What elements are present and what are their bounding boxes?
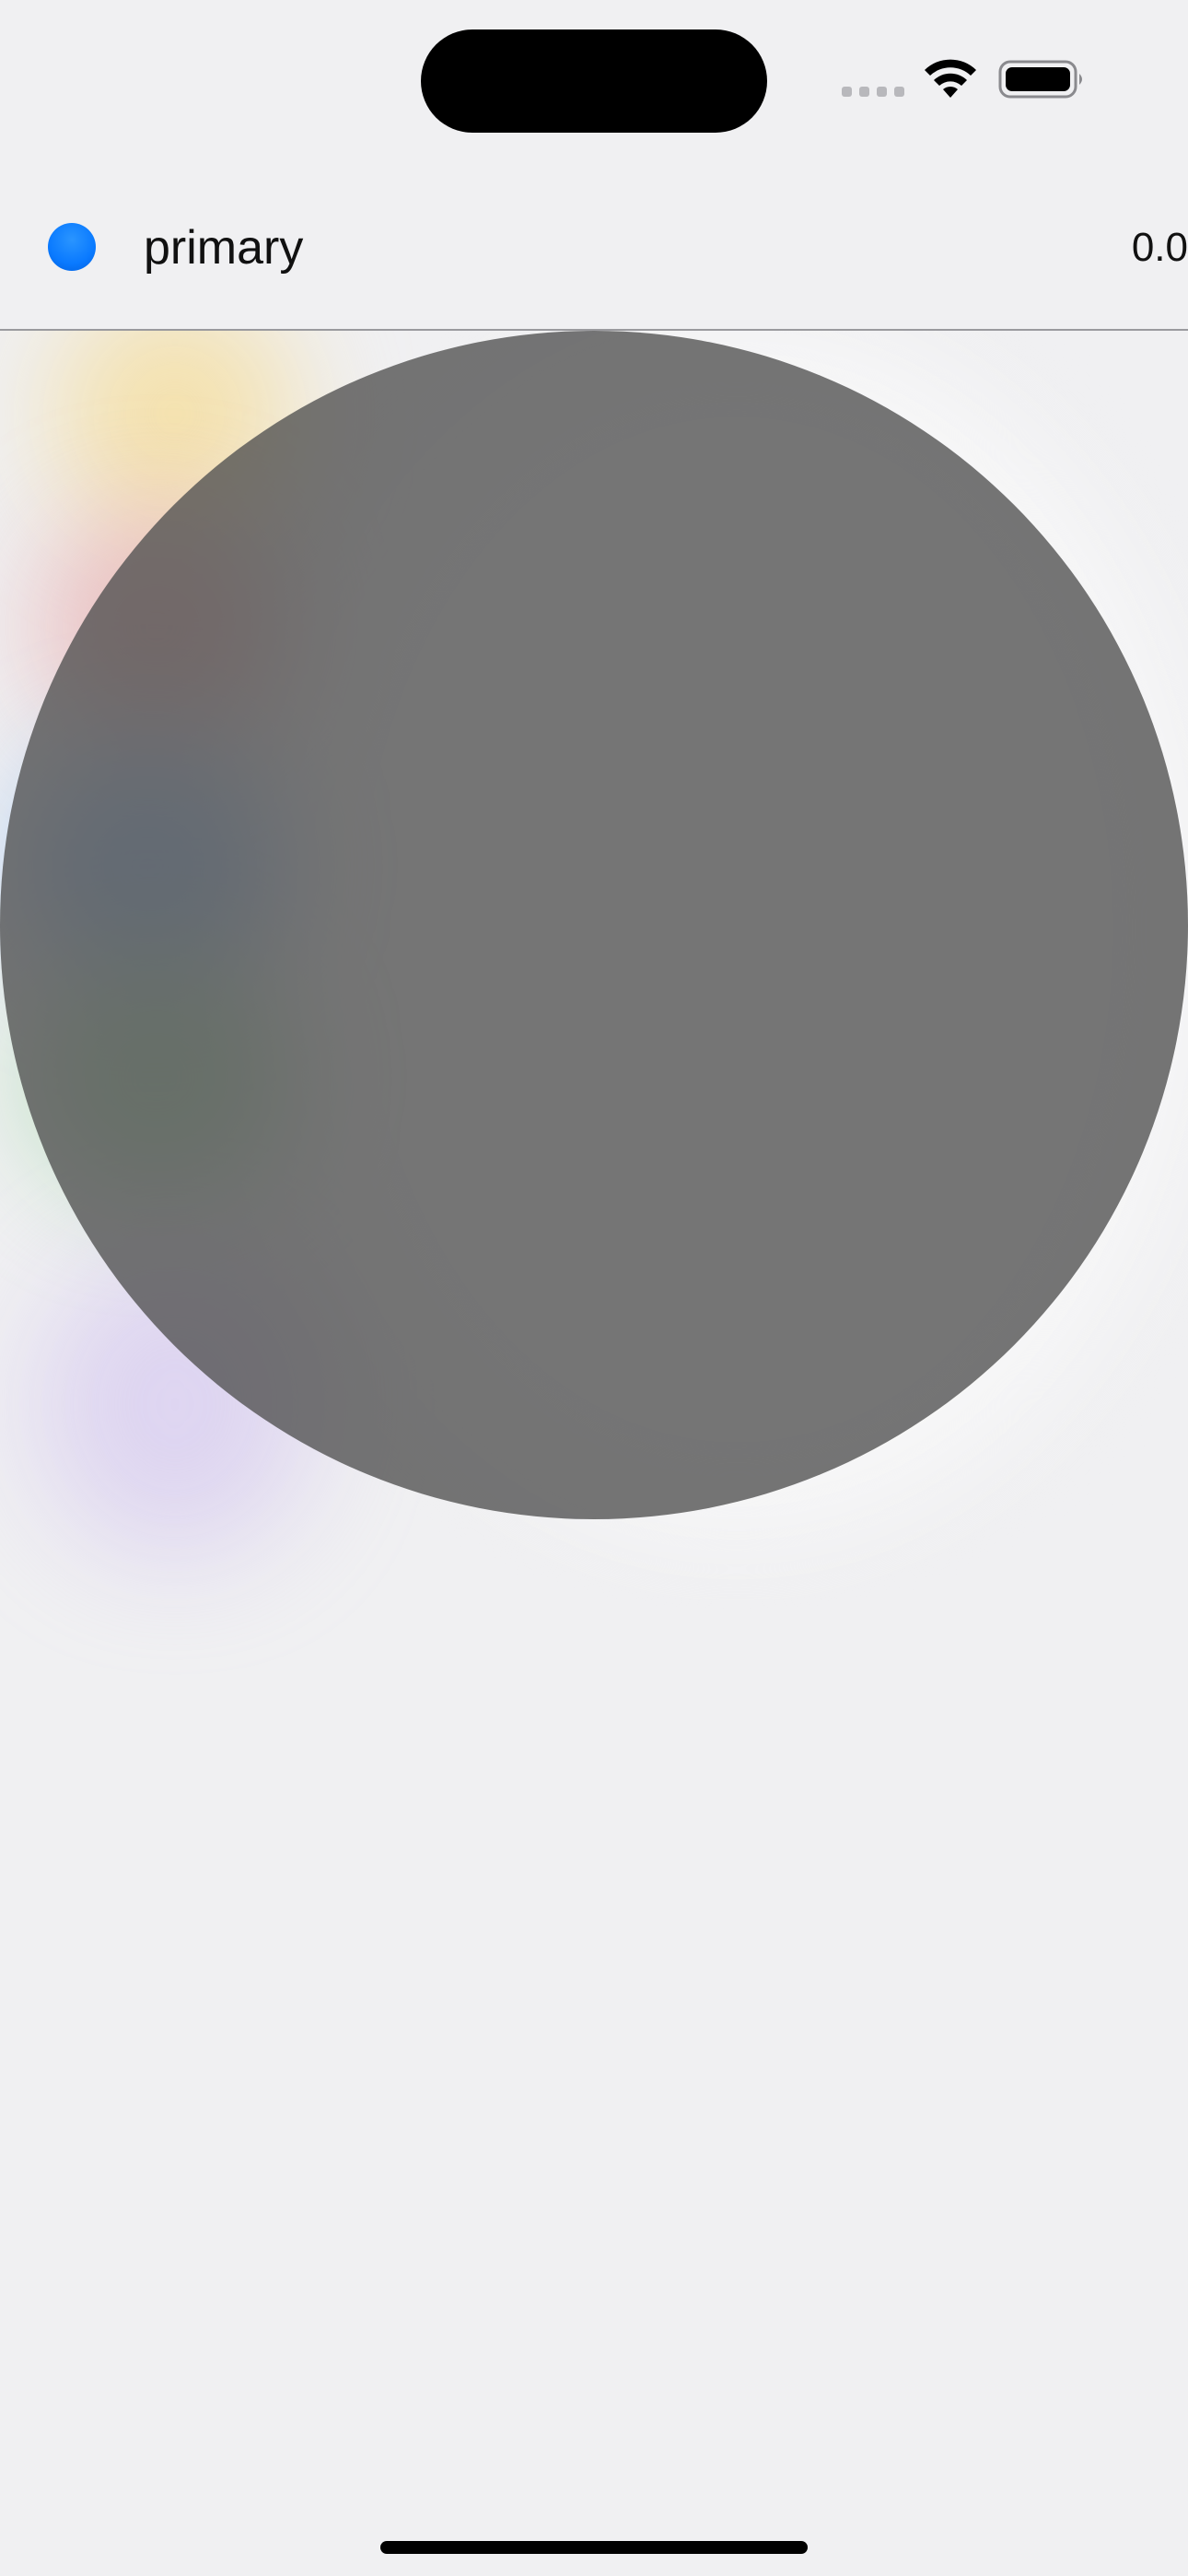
- material-circle: [0, 331, 1188, 1519]
- dynamic-island: [421, 29, 767, 133]
- color-name-label: primary: [144, 221, 304, 275]
- status-bar: [0, 0, 1188, 157]
- wifi-icon: [925, 59, 976, 98]
- home-indicator[interactable]: [380, 2541, 808, 2554]
- color-row[interactable]: primary 0.0: [0, 175, 1188, 330]
- color-swatch: [48, 223, 96, 271]
- screen: primary 0.0: [0, 0, 1188, 2576]
- color-value-label: 0.0: [1131, 225, 1188, 270]
- battery-icon: [998, 60, 1082, 99]
- cellular-signal-icon: [842, 87, 906, 100]
- preview-canvas: [0, 331, 1188, 2576]
